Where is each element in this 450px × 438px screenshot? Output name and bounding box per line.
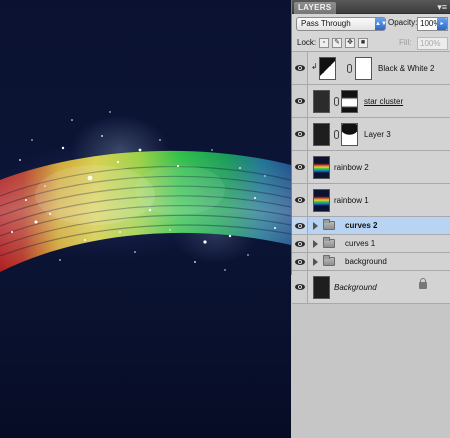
visibility-toggle[interactable]: [292, 235, 308, 252]
lock-row: Lock: ▫ ✎ ✥ ■ Fill: 100%: [292, 34, 450, 52]
visibility-toggle[interactable]: [292, 271, 308, 303]
visibility-toggle[interactable]: [292, 118, 308, 150]
layer-thumbnail: [313, 90, 330, 113]
lock-all-icon[interactable]: ■: [358, 38, 368, 48]
lock-image-pixels-icon[interactable]: ✎: [332, 38, 342, 48]
visibility-toggle[interactable]: [292, 151, 308, 183]
panel-menu-icon[interactable]: ▾≡: [437, 1, 447, 13]
visibility-toggle[interactable]: [292, 253, 308, 270]
visibility-toggle[interactable]: [292, 184, 308, 216]
eye-icon: [295, 284, 305, 290]
layer-name: Black & White 2: [378, 64, 435, 73]
document-canvas[interactable]: [0, 0, 291, 438]
adjustment-thumbnail: [319, 57, 336, 80]
eye-icon: [295, 240, 305, 247]
fill-label: Fill:: [399, 38, 412, 47]
visibility-toggle[interactable]: [292, 85, 308, 117]
layer-name: curves 1: [345, 239, 376, 248]
layer-mask-thumbnail: [341, 90, 358, 113]
layer-row[interactable]: rainbow 2: [292, 151, 450, 184]
dropdown-arrow-icon: ▲▼: [375, 18, 387, 30]
layer-thumbnail: [313, 156, 330, 179]
layer-row[interactable]: curves 1: [292, 235, 450, 253]
eye-icon: [295, 258, 305, 265]
layer-thumbnail: [313, 189, 330, 212]
clip-arrow-icon: ↲: [311, 62, 318, 71]
eye-icon: [295, 222, 305, 229]
layer-name: Background: [334, 283, 377, 292]
layers-list: ↲ Black & White 2 star cluster Layer 3 r: [292, 52, 450, 304]
expand-triangle-icon[interactable]: [313, 222, 318, 230]
layer-mask-thumbnail: [341, 123, 358, 146]
expand-triangle-icon[interactable]: [313, 240, 318, 248]
folder-icon: [323, 219, 335, 230]
fill-field[interactable]: 100%: [417, 37, 448, 50]
eye-icon: [295, 65, 305, 71]
layers-panel: LAYERS ▾≡ Pass Through ▲▼ Opacity: 100% …: [291, 0, 450, 304]
layer-row[interactable]: background: [292, 253, 450, 271]
eye-icon: [295, 131, 305, 137]
blend-mode-select[interactable]: Pass Through ▲▼: [296, 17, 387, 31]
opacity-label: Opacity:: [388, 18, 418, 27]
visibility-toggle[interactable]: [292, 52, 308, 84]
layer-name: rainbow 1: [334, 196, 369, 205]
layer-thumbnail: [313, 276, 330, 299]
eye-icon: [295, 197, 305, 203]
eye-icon: [295, 98, 305, 104]
link-chain-icon: [347, 64, 352, 73]
panel-tabbar: LAYERS ▾≡: [292, 0, 450, 14]
layer-row[interactable]: rainbow 1: [292, 184, 450, 217]
rainbow-artwork: [0, 111, 291, 272]
layer-row[interactable]: curves 2: [292, 217, 450, 235]
opacity-arrow-icon[interactable]: ▸: [437, 18, 447, 30]
layer-row[interactable]: ↲ Black & White 2: [292, 52, 450, 85]
lock-transparent-pixels-icon[interactable]: ▫: [319, 38, 329, 48]
visibility-toggle[interactable]: [292, 217, 308, 234]
eye-icon: [295, 164, 305, 170]
folder-icon: [323, 255, 335, 266]
blend-row: Pass Through ▲▼ Opacity: 100% ▸: [292, 14, 450, 34]
expand-triangle-icon[interactable]: [313, 258, 318, 266]
lock-label: Lock:: [297, 38, 317, 47]
opacity-field[interactable]: 100% ▸: [417, 17, 448, 31]
folder-icon: [323, 237, 335, 248]
layer-row[interactable]: star cluster: [292, 85, 450, 118]
lock-position-icon[interactable]: ✥: [345, 38, 355, 48]
layer-name: star cluster: [364, 97, 404, 106]
layer-row[interactable]: Layer 3: [292, 118, 450, 151]
layer-name: background: [345, 257, 387, 266]
link-chain-icon: [334, 97, 339, 106]
layer-mask-thumbnail: [355, 57, 372, 80]
layer-name: curves 2: [345, 221, 378, 230]
blend-mode-value: Pass Through: [301, 19, 351, 28]
layer-row[interactable]: Background: [292, 271, 450, 304]
tab-layers[interactable]: LAYERS: [294, 2, 336, 14]
lock-icon: [419, 278, 427, 289]
layer-name: Layer 3: [364, 130, 391, 139]
layer-thumbnail: [313, 123, 330, 146]
layer-name: rainbow 2: [334, 163, 369, 172]
link-chain-icon: [334, 130, 339, 139]
